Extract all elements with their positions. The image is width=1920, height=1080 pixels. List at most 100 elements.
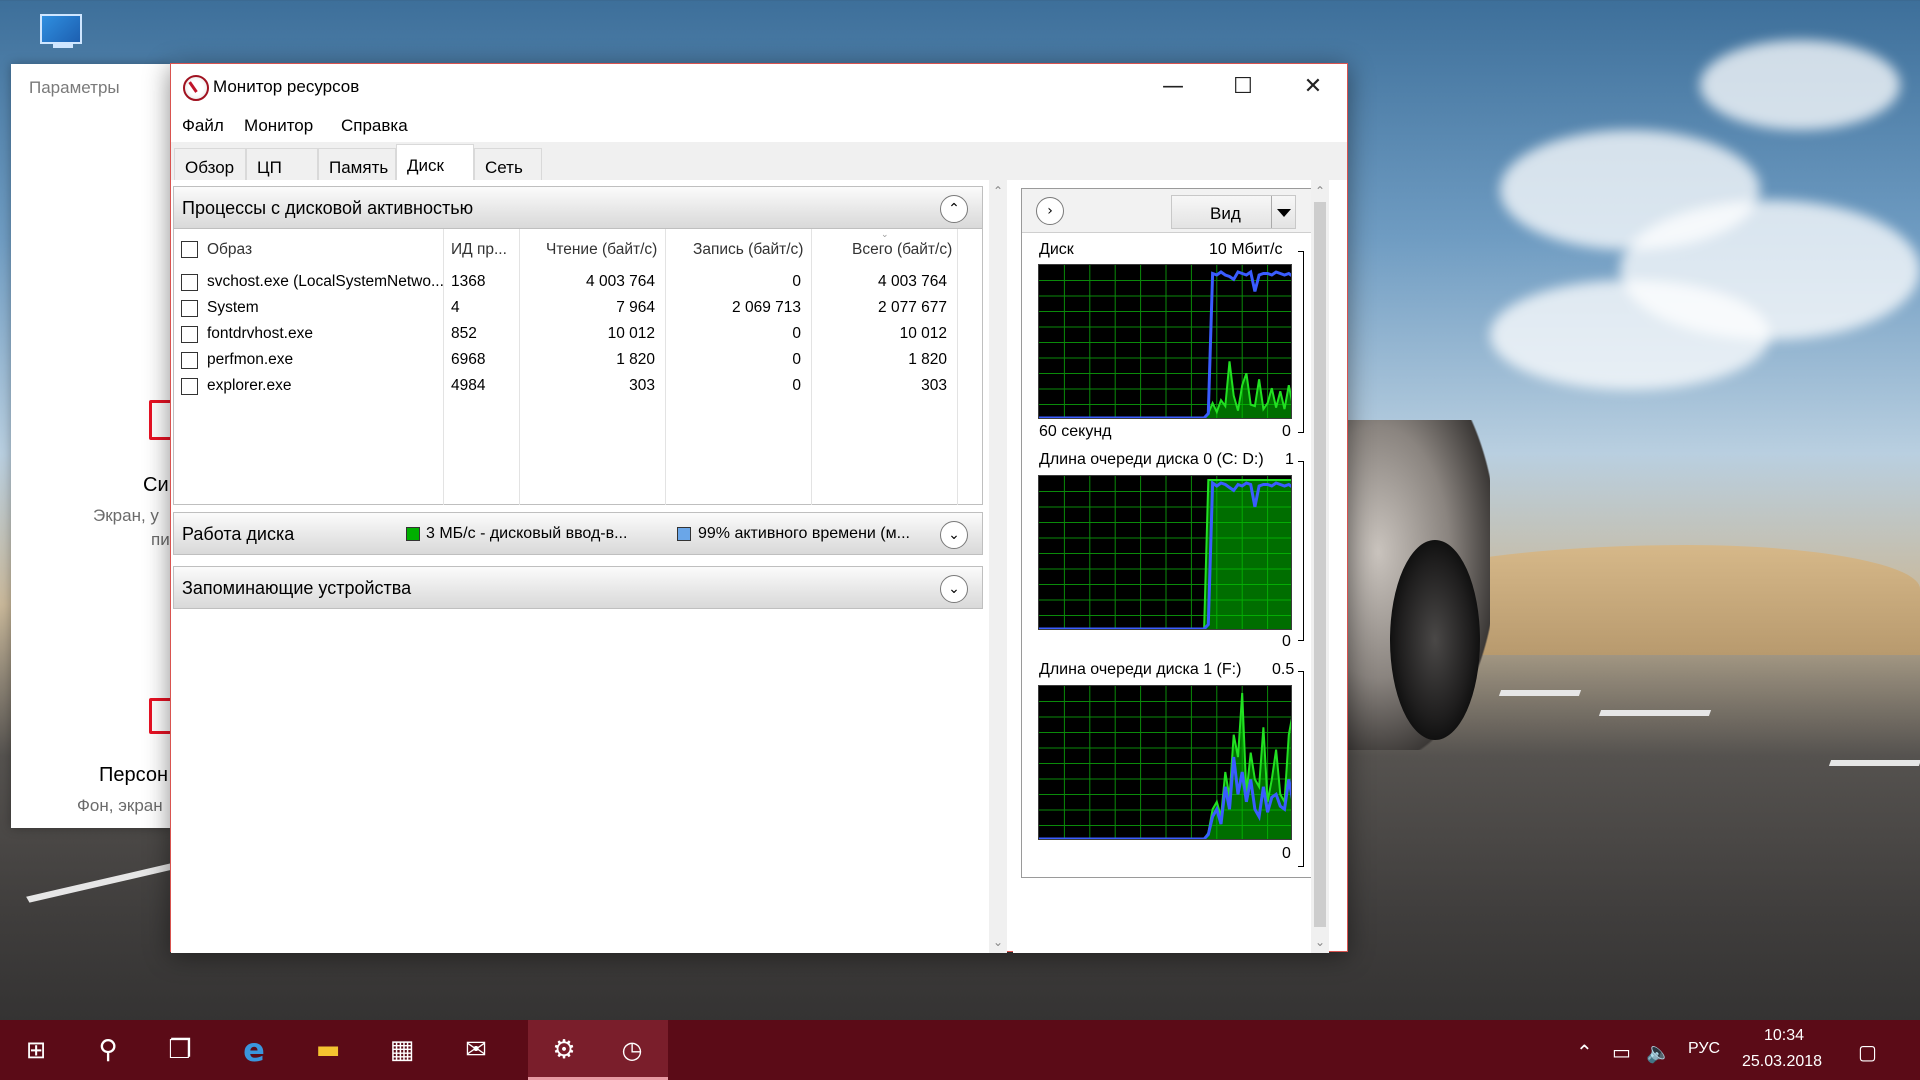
graph-scale-bracket bbox=[1298, 251, 1304, 433]
clock-time[interactable]: 10:34 bbox=[1764, 1027, 1804, 1045]
graph-scale-bracket bbox=[1298, 461, 1304, 641]
column-header-read[interactable]: Чтение (байт/с) bbox=[546, 241, 657, 259]
scroll-down-arrow-icon[interactable]: ⌄ bbox=[1311, 933, 1329, 951]
process-pid: 1368 bbox=[451, 273, 486, 290]
tab-overview[interactable]: Обзор bbox=[174, 148, 246, 180]
right-vertical-scrollbar[interactable]: ⌃ ⌄ bbox=[1311, 180, 1329, 953]
process-total: 1 820 bbox=[908, 351, 947, 368]
sort-arrow-icon: ⌄ bbox=[881, 230, 889, 240]
right-pane: › Вид Диск 10 Мбит/с 60 секунд 0 Длина о… bbox=[1013, 180, 1329, 953]
show-hidden-icons-chevron-icon[interactable]: ⌃ bbox=[1576, 1040, 1593, 1064]
title-bar[interactable]: Монитор ресурсов — ☐ ✕ bbox=[171, 64, 1347, 110]
menu-monitor[interactable]: Монитор bbox=[244, 116, 313, 136]
process-write: 0 bbox=[792, 273, 801, 290]
expand-chevron-down-icon[interactable]: ⌄ bbox=[940, 521, 968, 549]
edge-icon: e bbox=[243, 1031, 265, 1069]
store-button[interactable]: ▦ bbox=[366, 1020, 438, 1080]
file-explorer-button[interactable]: ▬ bbox=[292, 1020, 364, 1080]
graph-disk-min: 0 bbox=[1282, 423, 1291, 440]
column-header-write[interactable]: Запись (байт/с) bbox=[693, 241, 803, 259]
processes-section-header[interactable]: Процессы с дисковой активностью ⌃ bbox=[173, 186, 983, 229]
settings-gear-icon: ⚙ bbox=[552, 1035, 576, 1065]
processes-table: Образ ИД пр... Чтение (байт/с) Запись (б… bbox=[173, 229, 983, 505]
task-view-button[interactable]: ❐ bbox=[144, 1020, 216, 1080]
process-checkbox[interactable] bbox=[181, 274, 198, 291]
minimize-button[interactable]: — bbox=[1138, 64, 1208, 110]
edge-button[interactable]: e bbox=[218, 1020, 290, 1080]
process-checkbox[interactable] bbox=[181, 352, 198, 369]
scroll-up-arrow-icon[interactable]: ⌃ bbox=[1311, 182, 1329, 200]
collapse-panel-chevron-right-icon[interactable]: › bbox=[1036, 197, 1064, 225]
task-view-icon: ❐ bbox=[168, 1035, 192, 1065]
scroll-down-arrow-icon[interactable]: ⌄ bbox=[989, 933, 1007, 951]
file-explorer-icon: ▬ bbox=[315, 1035, 341, 1065]
active-time-legend-swatch bbox=[677, 527, 691, 541]
view-label: Вид bbox=[1210, 204, 1241, 223]
network-icon[interactable]: ▭ bbox=[1612, 1040, 1631, 1064]
action-center-icon[interactable]: ▢ bbox=[1858, 1040, 1877, 1064]
disk-activity-section-header[interactable]: Работа диска 3 МБ/с - дисковый ввод-в...… bbox=[173, 512, 983, 555]
maximize-button[interactable]: ☐ bbox=[1208, 64, 1278, 110]
scroll-up-arrow-icon[interactable]: ⌃ bbox=[989, 182, 1007, 200]
disk-io-legend-swatch bbox=[406, 527, 420, 541]
mail-button[interactable]: ✉ bbox=[440, 1020, 512, 1080]
process-write: 0 bbox=[792, 325, 801, 342]
start-button[interactable]: ⊞ bbox=[0, 1020, 72, 1080]
computer-icon[interactable] bbox=[40, 14, 86, 52]
graph-queue1-min: 0 bbox=[1282, 845, 1291, 862]
expand-chevron-down-icon[interactable]: ⌄ bbox=[940, 575, 968, 603]
system-icon[interactable] bbox=[149, 400, 171, 440]
tab-disk[interactable]: Диск bbox=[396, 144, 474, 181]
left-pane: Процессы с дисковой активностью ⌃ Образ … bbox=[171, 180, 1007, 953]
disk-graph bbox=[1038, 264, 1292, 419]
car-wheel bbox=[1390, 540, 1480, 740]
volume-icon[interactable]: 🔈 bbox=[1646, 1040, 1671, 1064]
column-header-total[interactable]: Всего (байт/с) bbox=[852, 241, 952, 259]
settings-taskbar-button[interactable]: ⚙ bbox=[528, 1020, 600, 1080]
settings-item-system[interactable]: Си bbox=[143, 474, 169, 497]
tab-memory[interactable]: Память bbox=[318, 148, 396, 180]
taskbar: ⊞ ⚲ ❐ e ▬ ▦ ✉ ⚙ ◷ ⌃ ▭ 🔈 РУС 10:34 25.03.… bbox=[0, 1020, 1920, 1080]
disk-activity-title: Работа диска bbox=[182, 524, 295, 544]
personalization-icon[interactable] bbox=[149, 698, 171, 734]
menu-file[interactable]: Файл bbox=[182, 116, 224, 136]
search-button[interactable]: ⚲ bbox=[72, 1020, 144, 1080]
resource-monitor-taskbar-button[interactable]: ◷ bbox=[596, 1020, 668, 1080]
process-name: System bbox=[207, 299, 259, 316]
resource-monitor-icon bbox=[183, 75, 209, 101]
graph-queue0-max: 1 bbox=[1285, 451, 1294, 468]
language-indicator[interactable]: РУС bbox=[1688, 1040, 1720, 1058]
resource-monitor-window: Монитор ресурсов — ☐ ✕ Файл Монитор Спра… bbox=[170, 63, 1348, 953]
process-checkbox[interactable] bbox=[181, 378, 198, 395]
storage-section-header[interactable]: Запоминающие устройства ⌄ bbox=[173, 566, 983, 609]
tab-network[interactable]: Сеть bbox=[474, 148, 542, 180]
storage-section-title: Запоминающие устройства bbox=[182, 578, 412, 598]
menu-help[interactable]: Справка bbox=[341, 116, 408, 136]
tab-cpu[interactable]: ЦП bbox=[246, 148, 318, 180]
process-name: perfmon.exe bbox=[207, 351, 294, 368]
process-checkbox[interactable] bbox=[181, 326, 198, 343]
collapse-chevron-up-icon[interactable]: ⌃ bbox=[940, 195, 968, 223]
process-name: fontdrvhost.exe bbox=[207, 325, 313, 342]
select-all-checkbox[interactable] bbox=[181, 241, 198, 258]
graph-scale-bracket bbox=[1298, 671, 1304, 867]
window-title: Монитор ресурсов bbox=[213, 77, 360, 96]
graph-queue1-max: 0.5 bbox=[1272, 661, 1295, 678]
process-write: 0 bbox=[792, 351, 801, 368]
settings-item-personalization-desc: Фон, экран bbox=[77, 796, 163, 815]
column-header-pid[interactable]: ИД пр... bbox=[451, 241, 507, 259]
process-write: 2 069 713 bbox=[732, 299, 801, 316]
cloud bbox=[1490, 280, 1770, 390]
clock-date[interactable]: 25.03.2018 bbox=[1742, 1053, 1822, 1071]
column-header-image[interactable]: Образ bbox=[207, 241, 252, 259]
settings-item-personalization[interactable]: Персон bbox=[99, 764, 168, 787]
scrollbar-thumb[interactable] bbox=[1314, 202, 1326, 927]
dropdown-arrow-icon[interactable] bbox=[1271, 196, 1295, 228]
windows-start-icon: ⊞ bbox=[25, 1036, 47, 1064]
graph-disk-title: Диск bbox=[1039, 241, 1074, 258]
left-vertical-scrollbar[interactable]: ⌃ ⌄ bbox=[989, 180, 1007, 953]
road-marking bbox=[1598, 710, 1712, 716]
close-button[interactable]: ✕ bbox=[1278, 64, 1348, 110]
view-dropdown-button[interactable]: Вид bbox=[1171, 195, 1296, 229]
process-checkbox[interactable] bbox=[181, 300, 198, 317]
